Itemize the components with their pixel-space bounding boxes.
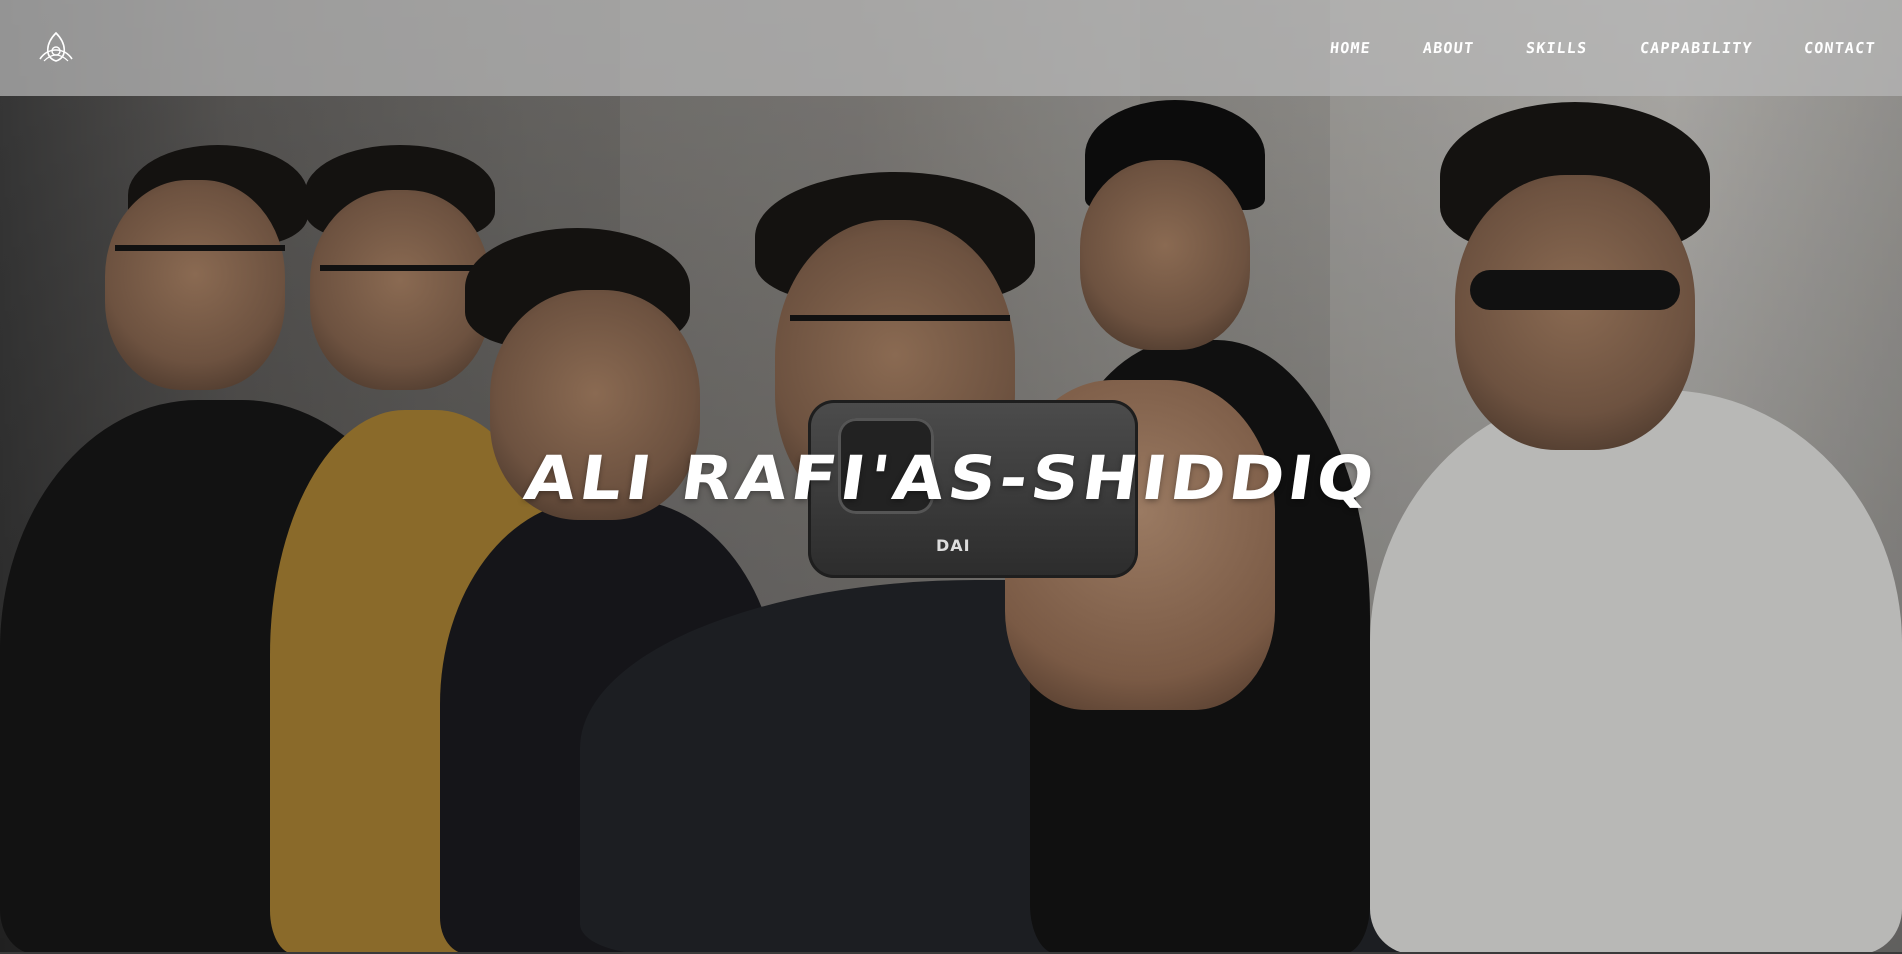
triquetra-logo-icon[interactable]	[38, 31, 74, 65]
page: DAI HOME ABOUT SKILLS CAPPABILITY CONTAC…	[0, 0, 1902, 954]
glasses	[320, 265, 490, 271]
glasses	[790, 315, 1010, 321]
person-face	[1080, 160, 1250, 350]
glasses	[115, 245, 285, 251]
phone-brand-label: DAI	[936, 536, 971, 555]
nav-home[interactable]: HOME	[1329, 39, 1372, 57]
nav-about[interactable]: ABOUT	[1422, 39, 1475, 57]
sunglasses	[1470, 270, 1680, 310]
nav-contact[interactable]: CONTACT	[1803, 39, 1877, 57]
hero-title: ALI RAFI'AS-SHIDDIQ	[520, 443, 1382, 514]
person-face	[310, 190, 490, 390]
person-face	[105, 180, 285, 390]
nav-skills[interactable]: SKILLS	[1525, 39, 1588, 57]
main-nav: HOME ABOUT SKILLS CAPPABILITY CONTACT	[1278, 0, 1877, 96]
site-header: HOME ABOUT SKILLS CAPPABILITY CONTACT	[0, 0, 1902, 96]
person-face	[1455, 175, 1695, 450]
nav-capability[interactable]: CAPPABILITY	[1639, 39, 1753, 57]
